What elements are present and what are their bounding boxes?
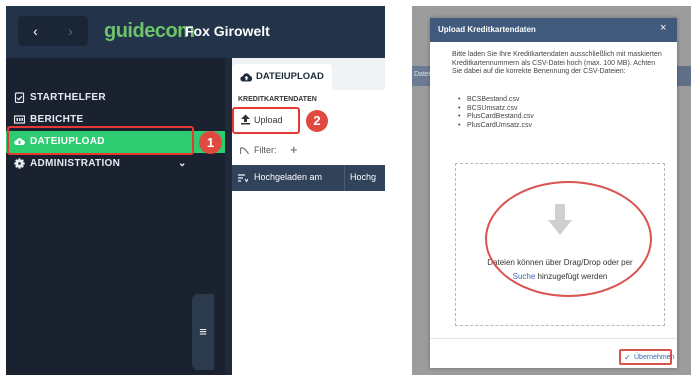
dialog-header: Upload Kreditkartendaten × — [430, 18, 677, 42]
sidebar-item-label: ADMINISTRATION — [30, 158, 121, 169]
logo-prefix: guide — [104, 20, 155, 42]
dialog-instructions: Bitte laden Sie Ihre Kreditkartendaten a… — [452, 51, 662, 75]
left-screenshot: ‹ › guidecom Fox Girowelt STARTHELFER BE… — [6, 6, 385, 375]
check-icon: ✓ — [624, 353, 631, 362]
filter-label: Filter: — [254, 145, 277, 155]
section-title: KREDITKARTENDATEN — [238, 96, 317, 103]
step-badge-2: 2 — [306, 110, 328, 132]
clipboard-icon — [14, 92, 25, 103]
list-item: BCSUmsatz.csv — [458, 105, 534, 114]
chevron-left-icon[interactable]: ‹ — [18, 16, 53, 46]
sidebar-item-label: STARTHELFER — [30, 92, 106, 103]
chevron-right-icon[interactable]: › — [53, 16, 88, 46]
tab-label: DATEIUPLOAD — [256, 71, 324, 82]
confirm-label: Übernehmen — [634, 354, 675, 361]
list-item: PlusCardUmsatz.csv — [458, 122, 534, 131]
highlight-oval-dropzone — [485, 181, 652, 297]
top-bar: ‹ › guidecom Fox Girowelt — [6, 6, 385, 58]
dialog-footer-divider — [430, 338, 677, 339]
hamburger-icon[interactable]: ≡ — [192, 294, 214, 370]
filter-icon — [240, 147, 249, 155]
column-divider — [344, 165, 345, 191]
gear-icon — [14, 158, 25, 169]
sidebar-item-administration[interactable]: ADMINISTRATION ⌄ — [6, 153, 225, 175]
nav-buttons: ‹ › — [18, 16, 88, 46]
report-icon — [14, 115, 25, 124]
column-header[interactable]: Hochgeladen am — [254, 172, 322, 182]
right-screenshot: Dateinam Upload Kreditkartendaten × Bitt… — [412, 6, 691, 375]
sort-icon[interactable] — [238, 173, 248, 183]
cloud-upload-icon — [240, 73, 253, 82]
list-item: PlusCardBestand.csv — [458, 113, 534, 122]
close-icon[interactable]: × — [660, 22, 666, 34]
highlight-box-dateiupload — [7, 126, 194, 155]
step-badge-1: 1 — [199, 131, 222, 154]
column-header[interactable]: Hochg — [350, 172, 385, 182]
file-name-list: BCSBestand.csv BCSUmsatz.csv PlusCardBes… — [458, 96, 534, 130]
background-header-cell — [676, 66, 691, 86]
sidebar-item-starthelfer[interactable]: STARTHELFER — [6, 87, 225, 109]
dialog-title: Upload Kreditkartendaten — [438, 25, 536, 34]
add-filter-button[interactable]: + — [290, 142, 298, 157]
content-area: DATEIUPLOAD KREDITKARTENDATEN Upload Fil… — [232, 58, 385, 375]
app-logo[interactable]: guidecom — [104, 20, 195, 44]
filter-bar: Filter: + — [232, 140, 385, 162]
company-name: Fox Girowelt — [185, 23, 270, 39]
upload-dialog: Upload Kreditkartendaten × Bitte laden S… — [430, 18, 677, 368]
tab-dateiupload[interactable]: DATEIUPLOAD — [232, 64, 332, 90]
grid-header: Hochgeladen am Hochg — [232, 165, 385, 191]
chevron-down-icon[interactable]: ⌄ — [178, 153, 187, 175]
list-item: BCSBestand.csv — [458, 96, 534, 105]
confirm-button[interactable]: ✓ Übernehmen — [619, 349, 675, 365]
highlight-box-upload — [232, 107, 300, 134]
